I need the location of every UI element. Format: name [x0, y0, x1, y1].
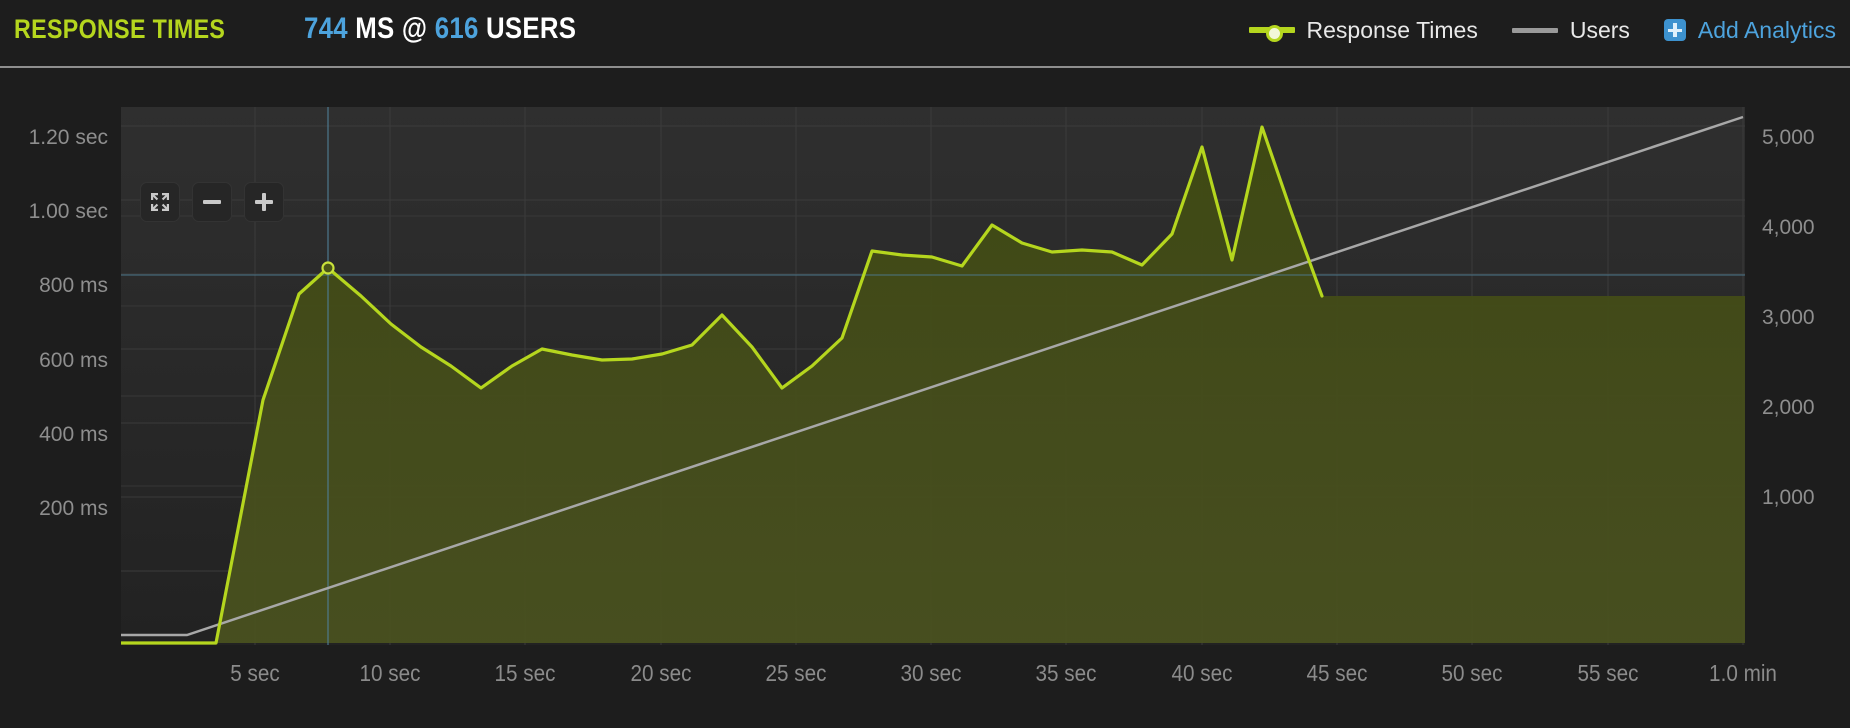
response-times-swatch-icon — [1248, 24, 1295, 42]
x-axis-tick-label: 20 sec — [630, 660, 692, 686]
zoom-in-button[interactable] — [244, 182, 284, 222]
y-axis-tick-label: 600 ms — [39, 349, 108, 372]
users-swatch-icon — [1511, 27, 1558, 33]
y-axis-tick-label: 400 ms — [39, 423, 108, 446]
response-times-panel: RESPONSE TIMES 744 MS @ 616 USERS Respon… — [0, 0, 1850, 728]
y-axis-tick-label: 1.20 sec — [28, 126, 108, 149]
y2-axis-tick-label: 1,000 — [1762, 486, 1815, 509]
panel-header: RESPONSE TIMES 744 MS @ 616 USERS Respon… — [0, 0, 1850, 68]
x-axis-tick-label: 15 sec — [494, 660, 556, 686]
x-axis-tick-label: 5 sec — [230, 660, 280, 686]
stat-space-2 — [427, 12, 434, 45]
zoom-out-button[interactable] — [192, 182, 232, 222]
y2-axis-tick-label: 4,000 — [1762, 216, 1815, 239]
header-legend: Response Times Users Add Analytics — [1215, 0, 1836, 60]
y2-axis-tick-label: 5,000 — [1762, 126, 1815, 149]
page-title: RESPONSE TIMES — [14, 14, 226, 44]
stat-separator-space — [394, 12, 401, 45]
x-axis-tick-label: 35 sec — [1035, 660, 1097, 686]
y-axis-tick-label: 800 ms — [39, 274, 108, 297]
y2-axis-tick-label: 3,000 — [1762, 306, 1815, 329]
chart-container: 1.20 sec 1.00 sec 800 ms 600 ms 400 ms 2… — [0, 68, 1850, 728]
legend-label-users: Users — [1569, 16, 1630, 43]
legend-item-users[interactable]: Users — [1511, 16, 1630, 44]
plus-icon-vertical — [262, 193, 266, 211]
stat-users-value: 616 — [434, 12, 479, 45]
x-axis-tick-label: 1.0 min — [1709, 660, 1777, 686]
highlighted-data-point — [321, 261, 335, 275]
legend-label-response-times: Response Times — [1306, 16, 1478, 43]
legend-item-response-times[interactable]: Response Times — [1248, 16, 1478, 44]
stat-at-symbol: @ — [401, 12, 427, 45]
chart-zoom-controls — [140, 182, 284, 222]
add-analytics-label: Add Analytics — [1697, 16, 1836, 43]
y2-axis-tick-label: 2,000 — [1762, 396, 1815, 419]
x-axis-tick-label: 40 sec — [1171, 660, 1233, 686]
x-axis-tick-label: 45 sec — [1306, 660, 1368, 686]
add-analytics-button[interactable]: Add Analytics — [1663, 16, 1836, 44]
plot-area[interactable] — [121, 107, 1745, 645]
plus-square-icon — [1663, 19, 1686, 41]
x-axis-tick-label: 10 sec — [359, 660, 421, 686]
stat-response-unit — [347, 12, 354, 45]
header-left: RESPONSE TIMES 744 MS @ 616 USERS — [14, 12, 620, 46]
chart-svg — [121, 107, 1745, 645]
expand-arrows-icon — [151, 193, 169, 211]
x-axis-tick-label: 55 sec — [1577, 660, 1639, 686]
y-axis-tick-label: 200 ms — [39, 497, 108, 520]
fullscreen-button[interactable] — [140, 182, 180, 222]
stat-users-unit-label: USERS — [485, 12, 576, 45]
x-axis-tick-label: 30 sec — [900, 660, 962, 686]
stat-response-unit-label: MS — [354, 12, 395, 45]
x-axis-tick-label: 50 sec — [1441, 660, 1503, 686]
stat-summary: 744 MS @ 616 USERS — [304, 12, 576, 46]
x-axis-tick-label: 25 sec — [765, 660, 827, 686]
stat-response-value: 744 — [303, 12, 348, 45]
stat-space-3 — [478, 12, 485, 45]
y-axis-tick-label: 1.00 sec — [28, 200, 108, 223]
minus-icon — [203, 200, 221, 204]
